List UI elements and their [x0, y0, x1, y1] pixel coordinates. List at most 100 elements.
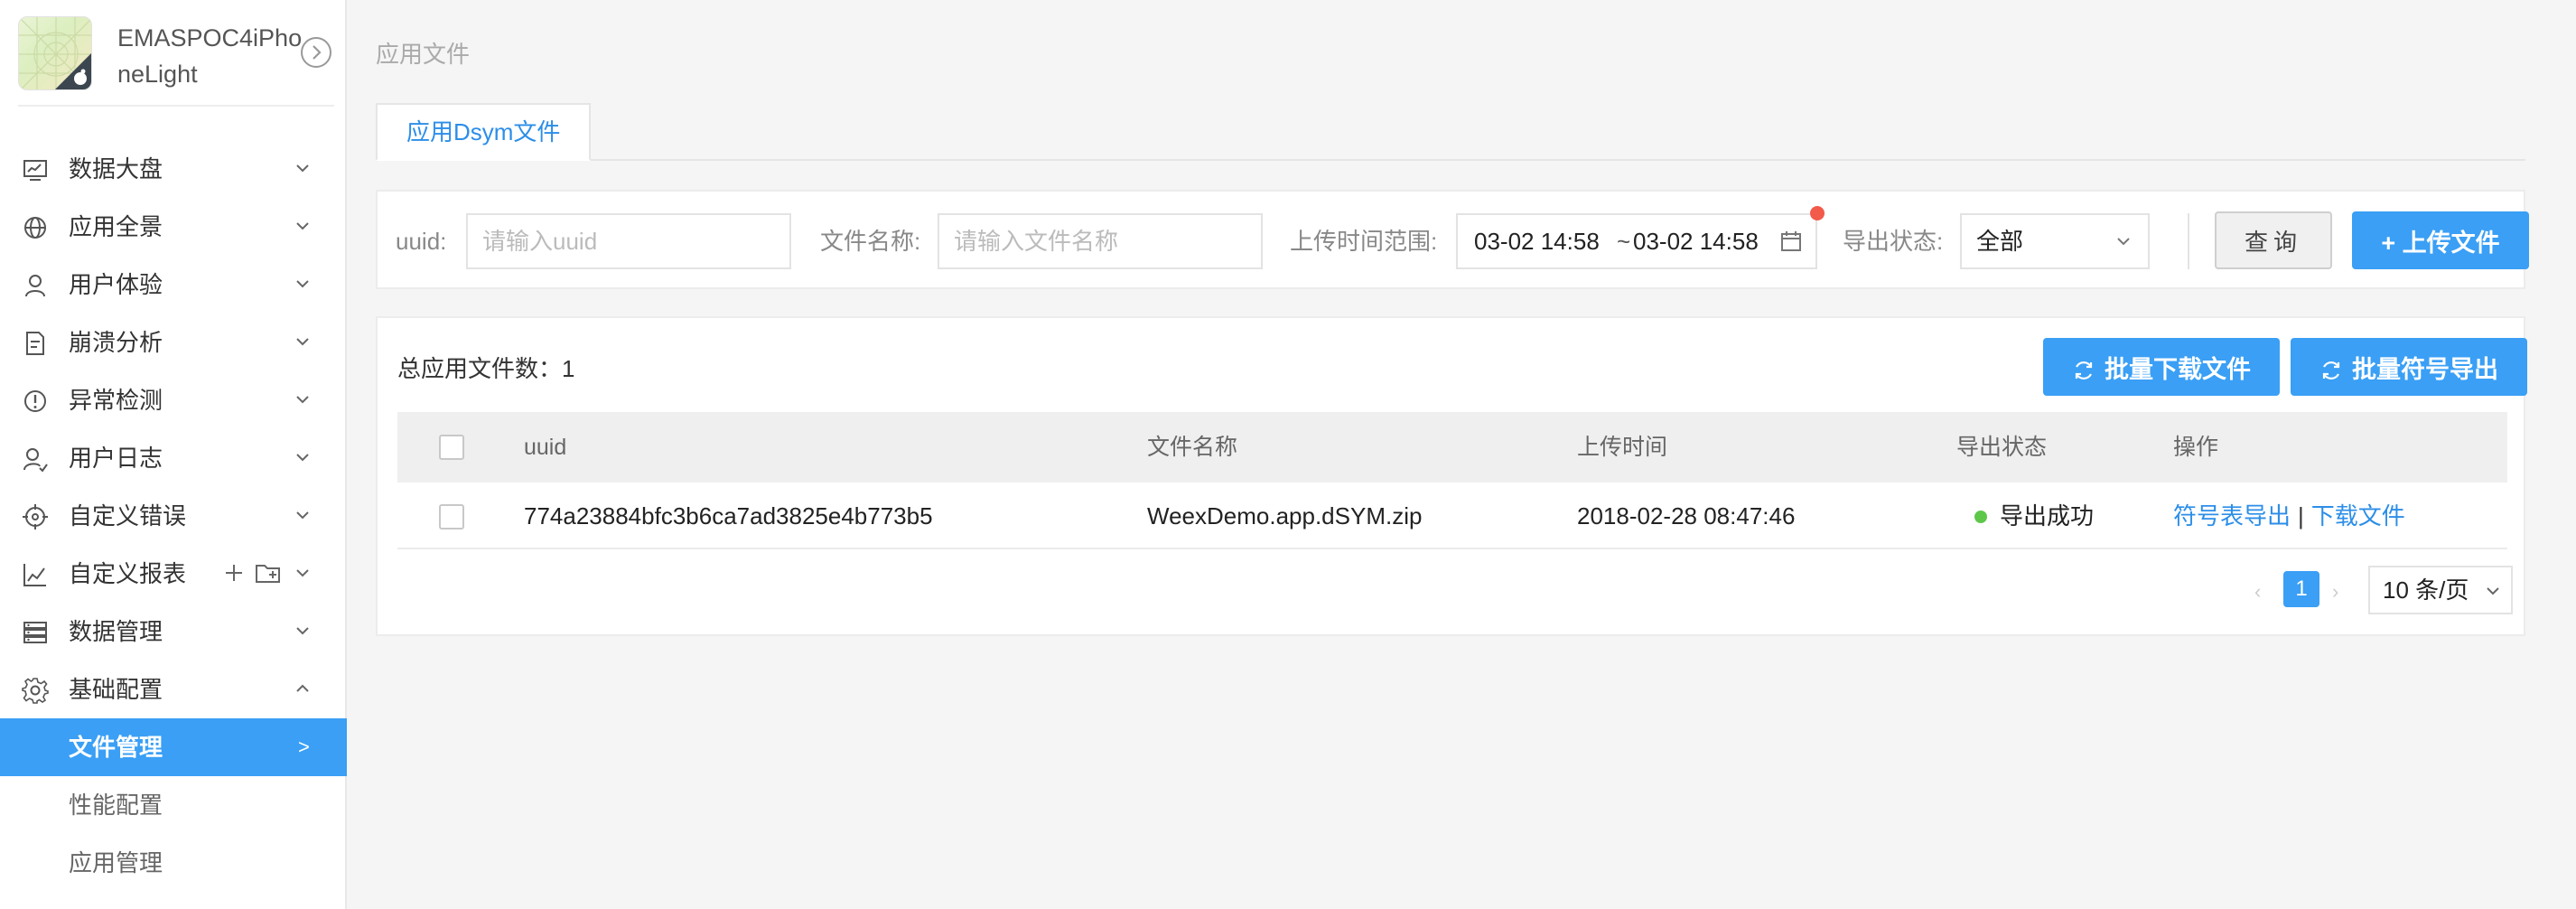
app-name: EMASPOC4iPhoneLight: [117, 24, 303, 88]
cell-status: 导出成功: [2000, 502, 2095, 529]
sidebar-item-app-overview[interactable]: 应用全景: [0, 198, 347, 256]
total-count: 总应用文件数：1: [397, 355, 575, 382]
date-range-picker[interactable]: 03-02 14:58 ~ 03-02 14:58: [1456, 213, 1817, 269]
alert-icon: [24, 390, 46, 412]
chevron-down-icon: [296, 164, 309, 173]
chevron-down-icon: [296, 280, 309, 288]
prev-page-icon[interactable]: ‹: [2254, 580, 2261, 604]
cell-filename: WeexDemo.app.dSYM.zip: [1147, 502, 1423, 529]
database-icon: [23, 622, 47, 643]
add-folder-icon[interactable]: [255, 561, 282, 585]
chevron-down-icon: [296, 511, 309, 520]
sidebar-menu: 数据大盘 应用全景 用户体验 崩溃分析 异常检测 用户日志 自定义错误 自定义报…: [0, 140, 347, 892]
refresh-icon: [2322, 361, 2340, 380]
sidebar-item-dashboard[interactable]: 数据大盘: [0, 140, 347, 198]
column-header-actions: 操作: [2173, 435, 2219, 460]
globe-icon: [24, 217, 46, 239]
settings-icon: [22, 678, 49, 704]
batch-download-label: 批量下载文件: [2105, 355, 2251, 383]
sidebar-item-label: 用户体验: [69, 271, 163, 298]
upload-file-button[interactable]: + 上传文件: [2352, 211, 2529, 269]
query-button[interactable]: 查询: [2215, 211, 2332, 269]
batch-export-label: 批量符号导出: [2352, 355, 2498, 383]
select-all-checkbox[interactable]: [439, 435, 464, 460]
sidebar-item-label: 应用全景: [69, 213, 163, 240]
column-header-upload-time: 上传时间: [1577, 435, 1668, 460]
cell-uuid: 774a23884bfc3b6ca7ad3825e4b773b5: [524, 502, 933, 529]
chevron-down-icon: [2117, 238, 2130, 246]
next-page-icon[interactable]: ›: [2332, 580, 2338, 604]
batch-export-button[interactable]: 批量符号导出: [2291, 338, 2527, 396]
filename-label: 文件名称:: [820, 228, 921, 255]
table-row: 774a23884bfc3b6ca7ad3825e4b773b5 WeexDem…: [397, 483, 2507, 549]
sidebar-item-data-management[interactable]: 数据管理: [0, 603, 347, 661]
chevron-down-icon: [296, 222, 309, 230]
sidebar-subitem-performance-config[interactable]: 性能配置: [0, 776, 347, 834]
column-header-uuid: uuid: [524, 435, 567, 460]
target-icon: [23, 504, 48, 529]
calendar-icon: [1781, 231, 1801, 251]
dashboard-icon: [23, 160, 47, 181]
user-log-icon: [23, 448, 48, 473]
sidebar-item-user-log[interactable]: 用户日志: [0, 429, 347, 487]
sidebar-item-label: 数据大盘: [69, 155, 163, 183]
status-success-dot: [1974, 511, 1987, 523]
action-separator: |: [2298, 502, 2304, 529]
chevron-down-icon: [2487, 587, 2499, 595]
chevron-down-icon: [296, 338, 309, 346]
table-panel: 总应用文件数：1 批量下载文件 批量符号导出 uuid 文件名称 上传时间 导出…: [376, 316, 2527, 636]
sidebar-item-anomaly-detection[interactable]: 异常检测: [0, 371, 347, 429]
breadcrumb: 应用文件: [376, 41, 471, 68]
sidebar-item-user-experience[interactable]: 用户体验: [0, 256, 347, 314]
sidebar-subitem-label: 应用管理: [69, 849, 163, 876]
sidebar-item-label: 异常检测: [69, 387, 163, 414]
sidebar-subitem-file-management[interactable]: 文件管理 >: [0, 718, 347, 776]
date-start: 03-02 14:58: [1474, 228, 1600, 255]
tab-dsym-files[interactable]: 应用Dsym文件: [376, 103, 592, 161]
sidebar-item-basic-config[interactable]: 基础配置: [0, 661, 347, 718]
plus-icon[interactable]: [222, 561, 246, 585]
page-number-button[interactable]: 1: [2283, 571, 2319, 607]
sidebar-item-crash-analysis[interactable]: 崩溃分析: [0, 314, 347, 371]
chevron-down-icon: [296, 627, 309, 635]
chevron-right-circle-icon[interactable]: [300, 36, 332, 69]
sidebar-item-label: 基础配置: [69, 676, 163, 703]
status-select[interactable]: 全部: [1960, 213, 2150, 269]
date-separator: ~: [1617, 228, 1631, 255]
sidebar-subitem-label: 文件管理: [69, 734, 163, 761]
uuid-input[interactable]: [466, 213, 791, 269]
filename-input[interactable]: [938, 213, 1263, 269]
export-symbols-link[interactable]: 符号表导出: [2173, 502, 2291, 529]
column-header-status: 导出状态: [1956, 435, 2048, 460]
line-chart-icon: [23, 564, 46, 586]
batch-download-button[interactable]: 批量下载文件: [2043, 338, 2280, 396]
date-end: 03-02 14:58: [1633, 228, 1759, 255]
chevron-up-icon: [296, 684, 309, 692]
sidebar-subitem-label: 性能配置: [69, 792, 163, 819]
cell-actions: 符号表导出 | 下载文件: [2173, 483, 2405, 549]
app-header: EMASPOC4iPhoneLight: [18, 16, 334, 107]
apple-logo-icon: [19, 17, 91, 89]
chevron-down-icon: [296, 396, 309, 404]
sidebar-item-label: 自定义报表: [69, 560, 187, 587]
page-size-select[interactable]: 10 条/页: [2368, 566, 2513, 614]
user-icon: [25, 275, 45, 297]
filter-panel: uuid: 文件名称: 上传时间范围: 03-02 14:58 ~ 03-02 …: [376, 190, 2529, 289]
app-logo[interactable]: [18, 16, 92, 90]
sidebar-item-custom-report[interactable]: 自定义报表: [0, 545, 347, 603]
chevron-down-icon: [296, 454, 309, 462]
column-header-filename: 文件名称: [1147, 435, 1238, 460]
sidebar-item-label: 崩溃分析: [69, 329, 163, 356]
sidebar-subitem-app-management[interactable]: 应用管理: [0, 834, 347, 892]
table-header: uuid 文件名称 上传时间 导出状态 操作: [397, 412, 2507, 483]
sidebar-item-custom-error[interactable]: 自定义错误: [0, 487, 347, 545]
status-select-value: 全部: [1976, 228, 2024, 255]
divider: [2188, 213, 2189, 269]
uuid-label: uuid:: [396, 228, 447, 255]
row-checkbox[interactable]: [439, 504, 464, 529]
page-size-value: 10 条/页: [2383, 576, 2469, 604]
time-range-label: 上传时间范围:: [1290, 228, 1438, 255]
chevron-right-icon: >: [298, 736, 310, 758]
download-file-link[interactable]: 下载文件: [2311, 502, 2405, 529]
cell-upload-time: 2018-02-28 08:47:46: [1577, 502, 1796, 529]
